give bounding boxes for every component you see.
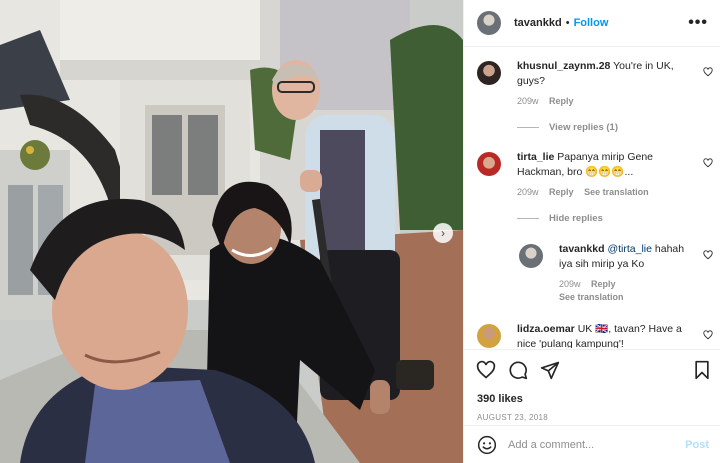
emoji-smile-icon[interactable] bbox=[477, 435, 497, 455]
heart-icon[interactable] bbox=[476, 360, 496, 380]
post-date[interactable]: AUGUST 23, 2018 bbox=[477, 413, 548, 422]
comment-meta: See translation bbox=[559, 292, 632, 302]
post-sidebar: tavankkd • Follow ••• khusnul_zaynm.28 Y… bbox=[463, 0, 720, 463]
mention-link[interactable]: @tirta_lie bbox=[607, 243, 652, 255]
comment-text: tirta_lie Papanya mirip Gene Hackman, br… bbox=[517, 150, 697, 180]
likes-count[interactable]: 390 likes bbox=[477, 393, 523, 405]
comment-username[interactable]: lidza.oemar bbox=[517, 323, 575, 335]
heart-icon[interactable] bbox=[703, 330, 713, 340]
comment-username[interactable]: tavankkd bbox=[559, 243, 605, 255]
chevron-right-icon: › bbox=[441, 226, 445, 240]
post-photo[interactable]: › bbox=[0, 0, 463, 463]
see-translation-button[interactable]: See translation bbox=[559, 292, 624, 302]
comments-list[interactable]: khusnul_zaynm.28 You're in UK, guys? 209… bbox=[464, 48, 720, 348]
add-comment-bar: Post bbox=[464, 425, 720, 463]
comment-age: 209w bbox=[517, 96, 539, 106]
author-username[interactable]: tavankkd bbox=[514, 17, 562, 29]
avatar[interactable] bbox=[477, 324, 501, 348]
comment-meta: 209w Reply See translation bbox=[517, 187, 657, 197]
bookmark-icon[interactable] bbox=[692, 360, 712, 380]
comment-age: 209w bbox=[517, 187, 539, 197]
comment-username[interactable]: tirta_lie bbox=[517, 151, 554, 163]
post-comment-button[interactable]: Post bbox=[685, 439, 709, 451]
comment-meta: 209w Reply bbox=[559, 279, 624, 289]
comment-input[interactable] bbox=[508, 438, 668, 451]
hide-replies-button[interactable]: Hide replies bbox=[517, 213, 603, 224]
avatar[interactable] bbox=[477, 152, 501, 176]
carousel-next-button[interactable]: › bbox=[433, 223, 453, 243]
view-replies-label: View replies (1) bbox=[549, 122, 618, 133]
instagram-post: › tavankkd • Follow ••• khusnul_zaynm.28… bbox=[0, 0, 720, 463]
follow-button[interactable]: Follow bbox=[574, 17, 609, 29]
reply-button[interactable]: Reply bbox=[591, 279, 616, 289]
avatar[interactable] bbox=[519, 244, 543, 268]
photo-illustration bbox=[0, 0, 463, 463]
comment-meta: 209w Reply bbox=[517, 96, 582, 106]
comment-icon[interactable] bbox=[508, 360, 528, 380]
hide-replies-label: Hide replies bbox=[549, 213, 603, 224]
comment-text: tavankkd @tirta_lie hahah iya sih mirip … bbox=[559, 242, 699, 272]
reply-button[interactable]: Reply bbox=[549, 187, 574, 197]
send-icon[interactable] bbox=[540, 360, 560, 380]
avatar[interactable] bbox=[477, 11, 501, 35]
divider-line bbox=[517, 218, 539, 219]
reply-button[interactable]: Reply bbox=[549, 96, 574, 106]
comment-username[interactable]: khusnul_zaynm.28 bbox=[517, 60, 610, 72]
comment-age: 209w bbox=[559, 279, 581, 289]
post-header: tavankkd • Follow ••• bbox=[464, 0, 720, 47]
more-horizontal-icon[interactable]: ••• bbox=[688, 14, 708, 32]
view-replies-button[interactable]: View replies (1) bbox=[517, 122, 618, 133]
separator-dot: • bbox=[565, 17, 570, 29]
heart-icon[interactable] bbox=[703, 67, 713, 77]
heart-icon[interactable] bbox=[703, 158, 713, 168]
comment-text: khusnul_zaynm.28 You're in UK, guys? bbox=[517, 59, 697, 89]
divider-line bbox=[517, 127, 539, 128]
comment-text: lidza.oemar UK 🇬🇧, tavan? Have a nice 'p… bbox=[517, 322, 697, 348]
avatar[interactable] bbox=[477, 61, 501, 85]
action-icons bbox=[476, 360, 712, 384]
heart-icon[interactable] bbox=[703, 250, 713, 260]
post-actions bbox=[464, 349, 720, 380]
see-translation-button[interactable]: See translation bbox=[584, 187, 649, 197]
